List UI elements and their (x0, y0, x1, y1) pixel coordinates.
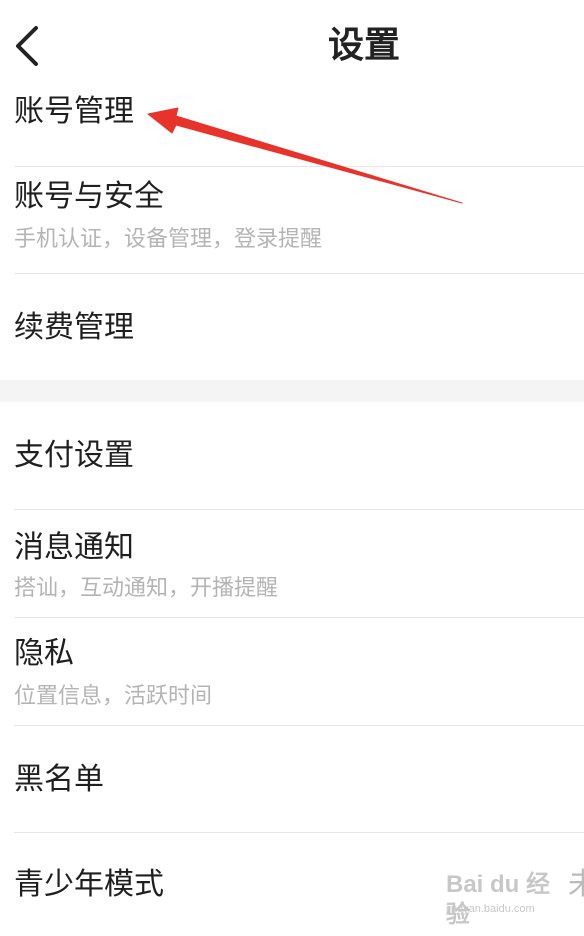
row-title: 黑名单 (14, 762, 104, 797)
row-subtitle: 手机认证，设备管理，登录提醒 (14, 227, 323, 252)
teen-mode-status: 未 (568, 867, 584, 902)
row-account-management[interactable]: 账号管理 (0, 88, 584, 166)
row-subtitle: 搭讪，互动通知，开播提醒 (14, 576, 279, 601)
row-teen-mode[interactable]: 青少年模式 未 (0, 833, 584, 936)
row-title: 隐私 (14, 636, 74, 671)
section-gap (0, 380, 584, 402)
row-message-notifications[interactable]: 消息通知 搭讪，互动通知，开播提醒 (0, 510, 584, 616)
row-title: 续费管理 (14, 310, 134, 345)
row-subtitle: 位置信息，活跃时间 (14, 684, 213, 709)
row-title: 支付设置 (14, 438, 134, 473)
row-privacy[interactable]: 隐私 位置信息，活跃时间 (0, 618, 584, 724)
row-title: 青少年模式 (14, 867, 164, 902)
page-title: 设置 (327, 25, 400, 66)
row-renewal-management[interactable]: 续费管理 (0, 274, 584, 380)
row-title: 账号与安全 (14, 179, 164, 214)
top-bar: 设置 (0, 0, 584, 96)
row-title: 账号管理 (14, 94, 134, 129)
row-payment-settings[interactable]: 支付设置 (0, 402, 584, 508)
row-account-security[interactable]: 账号与安全 手机认证，设备管理，登录提醒 (0, 167, 584, 273)
row-blacklist[interactable]: 黑名单 (0, 726, 584, 832)
row-title: 消息通知 (14, 530, 134, 565)
